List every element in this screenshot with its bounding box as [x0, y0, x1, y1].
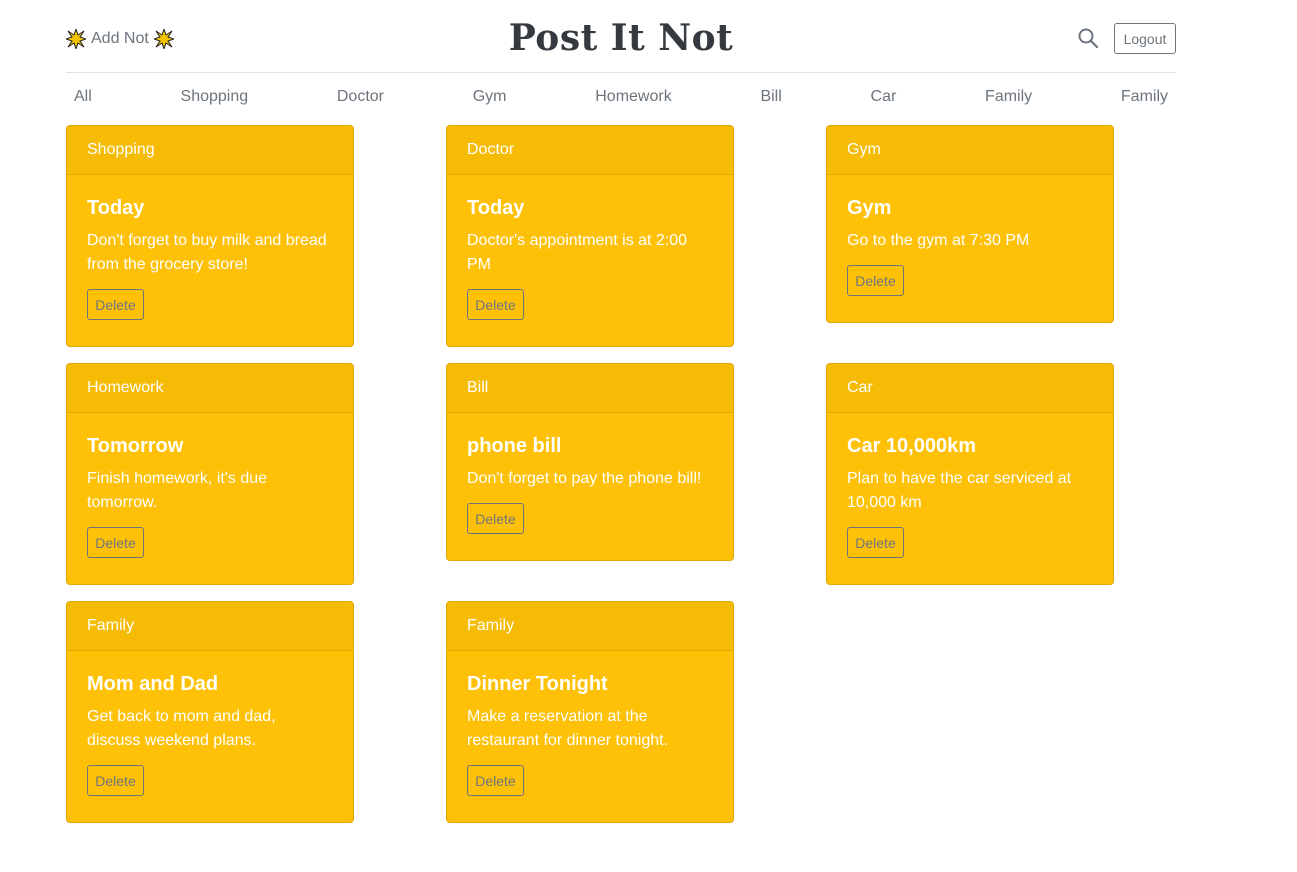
note-title: Car 10,000km [847, 435, 976, 457]
note-text: Doctor's appointment is at 2:00 PM [467, 232, 688, 273]
note-category: Gym [827, 126, 1113, 175]
note-card: Homework Tomorrow Finish homework, it's … [66, 363, 354, 585]
nav-item-car[interactable]: Car [863, 88, 905, 106]
note-category: Homework [67, 364, 353, 413]
note-card: Doctor Today Doctor's appointment is at … [446, 125, 734, 347]
search-icon[interactable] [1078, 28, 1098, 48]
note-card: Gym Gym Go to the gym at 7:30 PM Delete [826, 125, 1114, 323]
note-card: Car Car 10,000km Plan to have the car se… [826, 363, 1114, 585]
note-card: Family Dinner Tonight Make a reservation… [446, 601, 734, 823]
note-category: Family [447, 602, 733, 651]
note-title: Dinner Tonight [467, 673, 608, 695]
note-text: Don't forget to pay the phone bill! [467, 470, 702, 487]
note-text: Finish homework, it's due tomorrow. [87, 470, 268, 511]
note-category: Bill [447, 364, 733, 413]
category-nav: All Shopping Doctor Gym Homework Bill Ca… [66, 80, 1176, 114]
note-text: Don't forget to buy milk and bread from … [87, 232, 327, 273]
nav-item-homework[interactable]: Homework [587, 88, 679, 106]
delete-button[interactable]: Delete [467, 289, 524, 320]
site-title: Post It Not [508, 17, 734, 59]
nav-item-doctor[interactable]: Doctor [329, 88, 392, 106]
delete-button[interactable]: Delete [847, 527, 904, 558]
delete-button[interactable]: Delete [847, 265, 904, 296]
delete-button[interactable]: Delete [467, 503, 524, 534]
note-text: Plan to have the car serviced at 10,000 … [847, 470, 1072, 511]
note-category: Shopping [67, 126, 353, 175]
note-category: Car [827, 364, 1113, 413]
note-category: Doctor [447, 126, 733, 175]
note-text: Go to the gym at 7:30 PM [847, 232, 1030, 249]
delete-button[interactable]: Delete [467, 765, 524, 796]
nav-item-shopping[interactable]: Shopping [173, 88, 257, 106]
note-text: Make a reservation at the restaurant for… [467, 708, 669, 749]
note-title: Today [467, 197, 525, 219]
delete-button[interactable]: Delete [87, 765, 144, 796]
delete-button[interactable]: Delete [87, 527, 144, 558]
note-title: Today [87, 197, 145, 219]
note-title: phone bill [467, 435, 562, 457]
note-category: Family [67, 602, 353, 651]
note-title: Mom and Dad [87, 673, 219, 695]
nav-item-family-2[interactable]: Family [1113, 88, 1176, 106]
note-card: Family Mom and Dad Get back to mom and d… [66, 601, 354, 823]
nav-item-family[interactable]: Family [977, 88, 1040, 106]
top-header: Add Not Post It Not Logout [66, 0, 1176, 73]
note-title: Gym [847, 197, 892, 219]
delete-button[interactable]: Delete [87, 289, 144, 320]
logout-button[interactable]: Logout [1114, 23, 1176, 54]
note-card: Shopping Today Don't forget to buy milk … [66, 125, 354, 347]
note-text: Get back to mom and dad, discuss weekend… [87, 708, 276, 749]
nav-item-gym[interactable]: Gym [465, 88, 515, 106]
nav-item-all[interactable]: All [66, 88, 100, 106]
note-title: Tomorrow [87, 435, 184, 457]
note-card: Bill phone bill Don't forget to pay the … [446, 363, 734, 561]
nav-item-bill[interactable]: Bill [752, 88, 789, 106]
